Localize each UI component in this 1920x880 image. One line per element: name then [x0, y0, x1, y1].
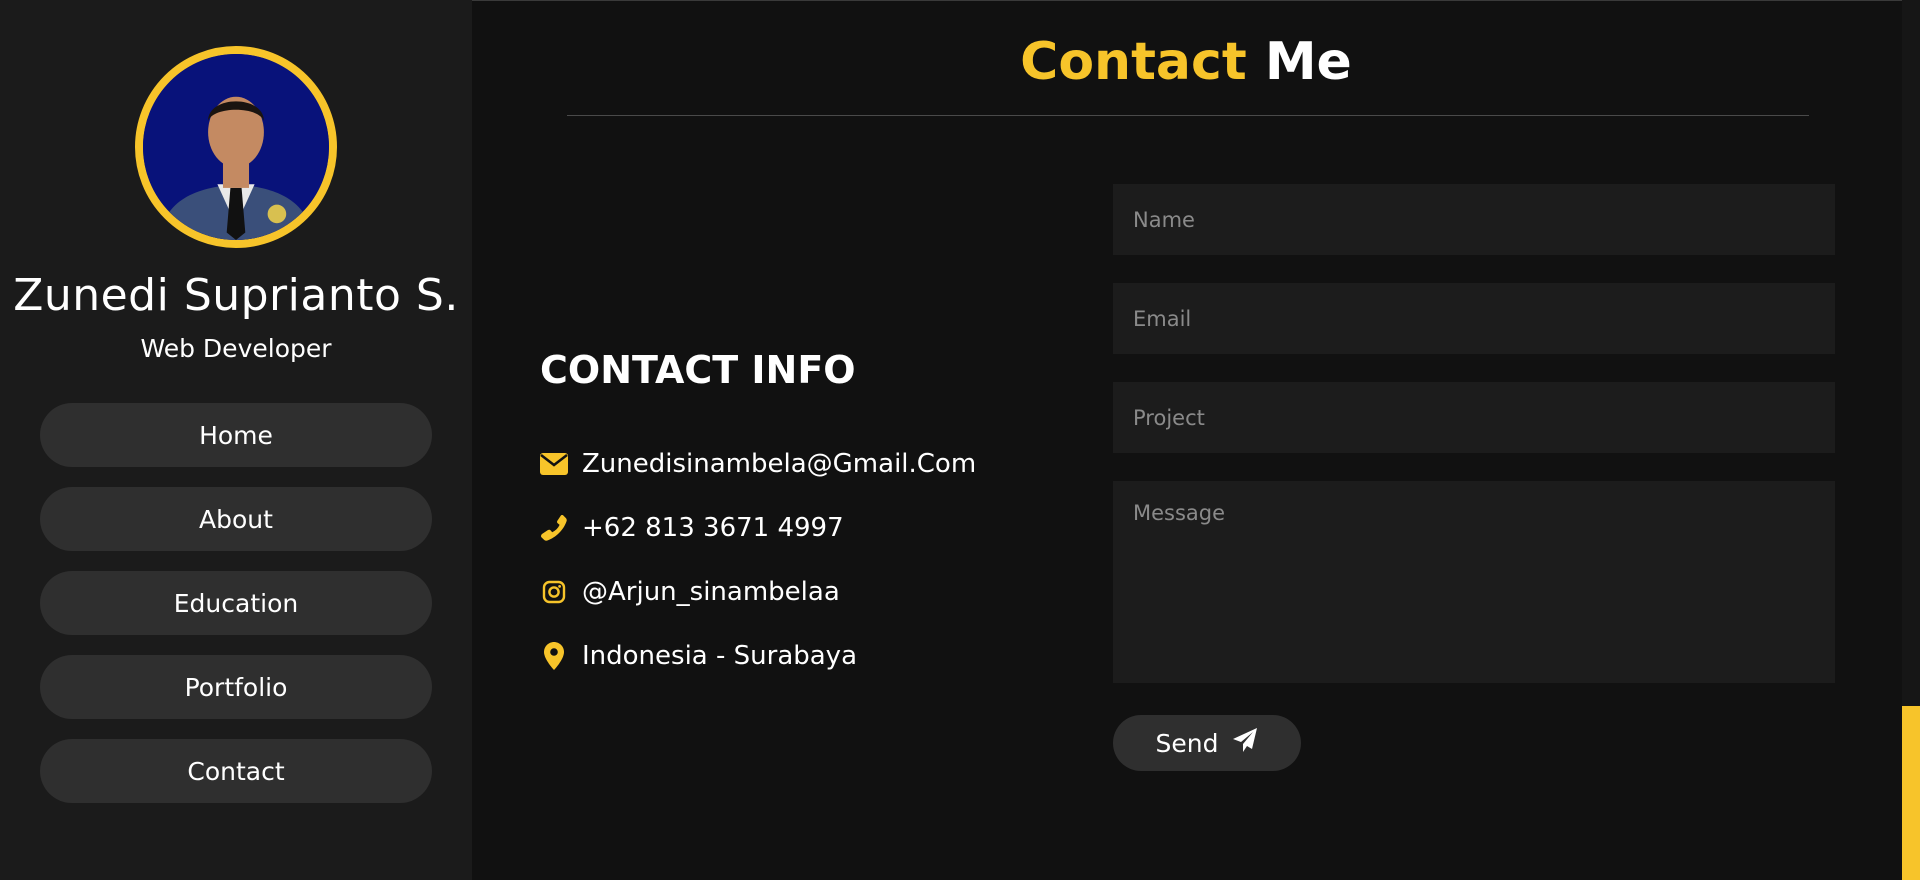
contact-email: Zunedisinambela@Gmail.Com	[540, 432, 976, 496]
page-title: Contact Me	[472, 32, 1900, 92]
envelope-icon	[540, 450, 568, 478]
paper-plane-icon	[1232, 727, 1258, 759]
send-button[interactable]: Send	[1113, 715, 1301, 771]
phone-icon	[540, 514, 568, 542]
nav-item-education[interactable]: Education	[40, 571, 432, 635]
profile-name: Zunedi Suprianto S.	[13, 270, 459, 321]
profile-photo	[143, 54, 329, 240]
main-content: Contact Me CONTACT INFO Zunedisinambela@…	[472, 0, 1900, 880]
contact-info-heading: CONTACT INFO	[540, 348, 856, 392]
contact-form: Send	[1113, 184, 1835, 771]
sidebar: Zunedi Suprianto S. Web Developer Home A…	[0, 0, 472, 880]
title-divider	[567, 115, 1809, 116]
name-input[interactable]	[1113, 184, 1835, 255]
contact-instagram-text: @Arjun_sinambelaa	[582, 577, 840, 607]
project-input[interactable]	[1113, 382, 1835, 453]
nav-item-home[interactable]: Home	[40, 403, 432, 467]
email-input[interactable]	[1113, 283, 1835, 354]
title-accent: Contact	[1020, 32, 1247, 92]
profile-role: Web Developer	[140, 334, 332, 363]
nav-item-contact[interactable]: Contact	[40, 739, 432, 803]
instagram-icon	[540, 578, 568, 606]
send-button-label: Send	[1155, 728, 1219, 758]
nav-item-portfolio[interactable]: Portfolio	[40, 655, 432, 719]
contact-email-text: Zunedisinambela@Gmail.Com	[582, 449, 977, 479]
contact-phone: +62 813 3671 4997	[540, 496, 976, 560]
avatar	[135, 46, 337, 248]
scrollbar-thumb[interactable]	[1902, 706, 1920, 880]
message-textarea[interactable]	[1113, 481, 1835, 683]
contact-location: Indonesia - Surabaya	[540, 624, 976, 688]
nav-item-about[interactable]: About	[40, 487, 432, 551]
title-rest: Me	[1264, 32, 1352, 92]
map-pin-icon	[540, 642, 568, 670]
contact-location-text: Indonesia - Surabaya	[582, 641, 858, 671]
sidebar-nav: Home About Education Portfolio Contact	[40, 403, 432, 823]
contact-phone-text: +62 813 3671 4997	[582, 513, 844, 543]
contact-info-list: Zunedisinambela@Gmail.Com +62 813 3671 4…	[540, 432, 976, 688]
contact-instagram: @Arjun_sinambelaa	[540, 560, 976, 624]
